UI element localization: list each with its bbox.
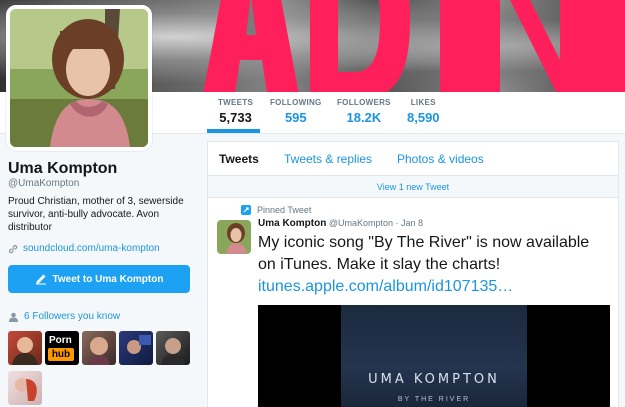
followers-you-know-text: 6 Followers you know: [24, 311, 121, 322]
pinned-label: Pinned Tweet: [257, 205, 312, 215]
pinned-tweet[interactable]: Pinned Tweet Uma Kompton @UmaKompton · J…: [208, 198, 618, 407]
follower-thumb[interactable]: [8, 371, 42, 405]
profile-name[interactable]: Uma Kompton: [8, 160, 117, 178]
stat-value: 595: [284, 110, 307, 125]
pornhub-logo-text: Porn: [49, 335, 72, 346]
follower-thumb[interactable]: [82, 331, 116, 365]
tab-tweets[interactable]: Tweets: [219, 152, 259, 166]
follower-photo: [127, 335, 151, 354]
tweet-header: Uma Kompton @UmaKompton · Jan 8: [258, 218, 423, 229]
followers-you-know-link[interactable]: 6 Followers you know: [8, 311, 120, 322]
avatar-photo: [10, 9, 148, 147]
stat-value: 5,733: [219, 110, 252, 125]
tweet-text: My iconic song "By The River" is now ava…: [258, 234, 590, 273]
tweet-link[interactable]: itunes.apple.com/album/id107135…: [258, 278, 513, 295]
stat-label: FOLLOWERS: [337, 98, 391, 107]
tweet-media-card[interactable]: UMA KOMPTON BY THE RIVER: [258, 305, 610, 407]
album-subtitle: BY THE RIVER: [397, 396, 471, 403]
follower-photo: [88, 337, 110, 365]
stat-value: 8,590: [407, 110, 440, 125]
stat-tweets[interactable]: TWEETS 5,733: [218, 98, 253, 125]
tab-tweets-replies[interactable]: Tweets & replies: [284, 152, 372, 166]
profile-website-link[interactable]: soundcloud.com/uma-kompton: [8, 243, 160, 254]
follower-photo: [161, 338, 185, 365]
follower-thumb[interactable]: [119, 331, 153, 365]
timeline: Tweets Tweets & replies Photos & videos …: [207, 141, 619, 407]
follower-photo: [12, 337, 38, 365]
stat-followers[interactable]: FOLLOWERS 18.2K: [337, 98, 391, 125]
stat-label: FOLLOWING: [270, 98, 322, 107]
active-stat-indicator: [207, 129, 260, 133]
profile-link-text: soundcloud.com/uma-kompton: [23, 243, 160, 254]
follower-thumb[interactable]: [8, 331, 42, 365]
pin-icon: [241, 205, 251, 215]
stat-label: TWEETS: [218, 98, 254, 107]
compose-icon: [35, 274, 46, 285]
album-cover: UMA KOMPTON BY THE RIVER: [341, 305, 527, 407]
tweet-avatar-photo: [217, 220, 251, 254]
new-tweet-bar[interactable]: View 1 new Tweet: [208, 176, 618, 198]
tweet-date[interactable]: · Jan 8: [396, 218, 424, 228]
album-title: UMA KOMPTON: [368, 372, 500, 387]
timeline-tabs: Tweets Tweets & replies Photos & videos: [208, 142, 618, 176]
link-icon: [8, 244, 18, 253]
follower-photo: [15, 378, 37, 401]
pinned-indicator: Pinned Tweet: [241, 205, 311, 215]
tweet-body: My iconic song "By The River" is now ava…: [258, 232, 610, 298]
stat-following[interactable]: FOLLOWING 595: [270, 98, 322, 125]
people-icon: [9, 312, 18, 322]
pornhub-logo-badge: hub: [48, 348, 74, 361]
tweet-to-button[interactable]: Tweet to Uma Kompton: [8, 265, 190, 293]
follower-thumb-pornhub[interactable]: Porn hub: [45, 331, 79, 365]
stat-value: 18.2K: [346, 110, 382, 125]
tweet-avatar[interactable]: [217, 220, 251, 254]
stat-label: LIKES: [410, 98, 436, 107]
profile-bio: Proud Christian, mother of 3, sewerside …: [8, 196, 184, 233]
tweet-author-name[interactable]: Uma Kompton: [258, 218, 326, 229]
profile-handle[interactable]: @UmaKompton: [8, 178, 79, 189]
tab-photos-videos[interactable]: Photos & videos: [397, 152, 484, 166]
stat-likes[interactable]: LIKES 8,590: [407, 98, 440, 125]
tweet-to-label: Tweet to Uma Kompton: [52, 273, 164, 285]
profile-avatar[interactable]: [6, 5, 152, 151]
tweet-author-handle[interactable]: @UmaKompton: [329, 218, 393, 228]
follower-thumb[interactable]: [156, 331, 190, 365]
